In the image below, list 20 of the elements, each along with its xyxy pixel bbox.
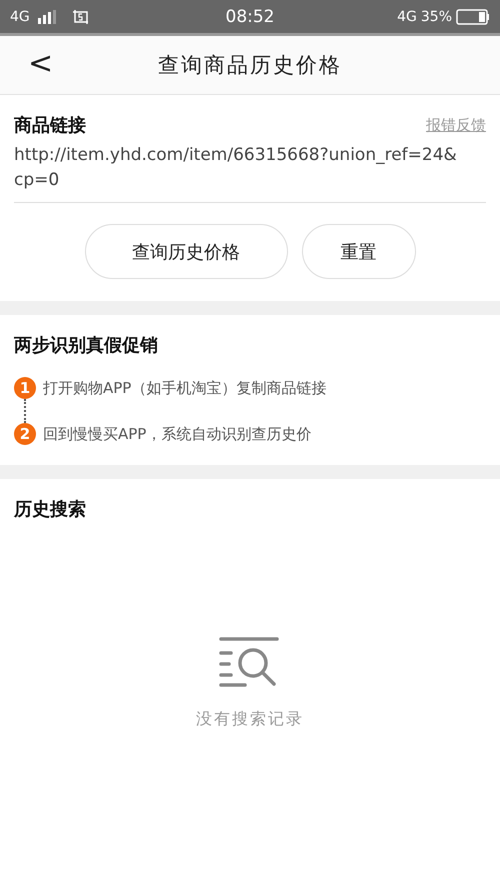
clock-time: 08:52 — [226, 6, 274, 26]
step-text: 打开购物APP（如手机淘宝）复制商品链接 — [43, 378, 326, 398]
section-title: 历史搜索 — [14, 498, 87, 521]
back-button[interactable]: < — [22, 46, 60, 81]
step-number: 1 — [14, 377, 36, 399]
link-input-field[interactable]: http://item.yhd.com/item/66315668?union_ref=24&cp=0 — [14, 143, 486, 203]
section-title: 两步识别真假促销 — [14, 334, 159, 357]
network-label: 4G — [397, 8, 417, 24]
battery-percent: 35% — [420, 8, 452, 24]
query-button[interactable]: 查询历史价格 — [84, 224, 288, 279]
search-list-icon — [219, 637, 281, 687]
battery-icon — [456, 8, 490, 24]
reset-button[interactable]: 重置 — [302, 224, 416, 279]
screenshot-icon — [72, 8, 90, 24]
network-label: 4G — [10, 8, 30, 24]
step-number: 2 — [14, 423, 36, 445]
empty-message: 没有搜索记录 — [196, 709, 304, 730]
step-text: 回到慢慢买APP，系统自动识别查历史价 — [43, 424, 312, 444]
page-title: 查询商品历史价格 — [158, 52, 342, 79]
section-title: 商品链接 — [14, 114, 86, 137]
